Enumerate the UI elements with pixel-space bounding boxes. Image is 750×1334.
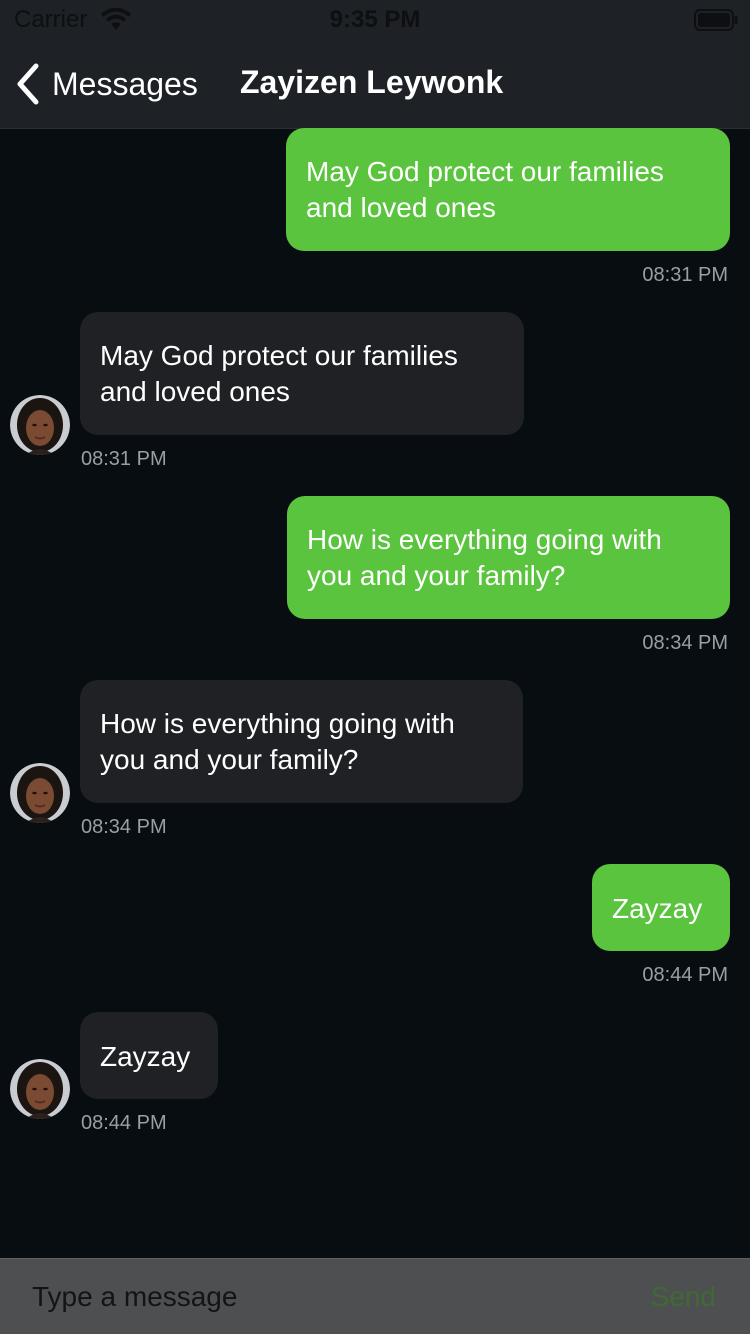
message-composer: Send	[0, 1258, 750, 1334]
battery-icon	[694, 9, 738, 31]
avatar-image	[10, 763, 70, 823]
avatar-image	[10, 1059, 70, 1119]
message-timestamp: 08:31 PM	[81, 448, 167, 470]
message-list[interactable]: May God protect our families and loved o…	[0, 128, 750, 1258]
back-button[interactable]: Messages	[14, 60, 198, 108]
avatar[interactable]	[10, 763, 70, 823]
message-input[interactable]	[18, 1269, 646, 1325]
outgoing-message-bubble[interactable]: Zayzay	[592, 864, 730, 951]
outgoing-message-bubble[interactable]: How is everything going with you and you…	[287, 496, 730, 619]
avatar-image	[10, 395, 70, 455]
outgoing-message-bubble[interactable]: May God protect our families and loved o…	[286, 128, 730, 251]
back-button-label: Messages	[52, 65, 198, 102]
message-timestamp: 08:34 PM	[81, 816, 167, 838]
incoming-message-bubble[interactable]: May God protect our families and loved o…	[80, 312, 524, 435]
send-button[interactable]: Send	[651, 1281, 716, 1313]
chevron-left-icon	[17, 63, 39, 105]
status-bar: Carrier 9:35 PM	[0, 0, 750, 40]
chat-screen: Carrier 9:35 PM Messages Zayizen Leywonk…	[0, 0, 750, 1334]
message-timestamp: 08:44 PM	[642, 964, 728, 986]
incoming-message-bubble[interactable]: How is everything going with you and you…	[80, 680, 523, 803]
conversation-title: Zayizen Leywonk	[240, 64, 504, 100]
message-timestamp: 08:44 PM	[81, 1112, 167, 1134]
status-time: 9:35 PM	[329, 6, 421, 33]
incoming-message-bubble[interactable]: Zayzay	[80, 1012, 218, 1099]
navigation-bar: Messages Zayizen Leywonk	[0, 40, 750, 129]
avatar[interactable]	[10, 1059, 70, 1119]
message-timestamp: 08:34 PM	[642, 632, 728, 654]
avatar[interactable]	[10, 395, 70, 455]
message-timestamp: 08:31 PM	[642, 264, 728, 286]
